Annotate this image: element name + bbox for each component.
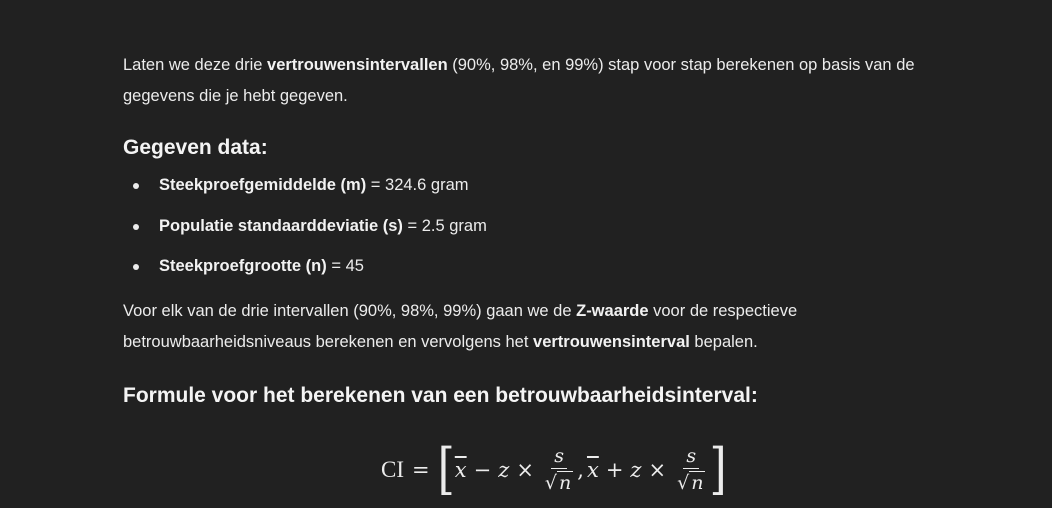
formula-minus: −	[473, 458, 492, 482]
formula-xbar-2: x	[586, 458, 599, 482]
fraction-denominator-2: √ n	[677, 469, 706, 494]
radical-icon-2: √	[677, 472, 690, 494]
formula-equals: =	[412, 458, 430, 482]
formula-comma: ,	[577, 458, 584, 482]
radical-icon: √	[544, 472, 558, 494]
item-value: = 324.6 gram	[366, 176, 469, 194]
item-value: = 2.5 gram	[402, 216, 487, 235]
item-label: Steekproefgemiddelde (m)	[159, 176, 367, 194]
message-content: Laten we deze drie vertrouwensintervalle…	[123, 50, 943, 410]
sqrt-expression-2: √ n	[677, 471, 706, 494]
formula-ci: CI	[381, 457, 404, 482]
list-item: Steekproefgemiddelde (m) = 324.6 gram	[123, 174, 943, 196]
formula-fraction-2: s √ n	[677, 446, 706, 494]
method-text-post: bepalen.	[689, 332, 758, 351]
formula-plus: +	[605, 458, 624, 482]
method-paragraph: Voor elk van de drie intervallen (90%, 9…	[123, 296, 943, 358]
sqrt-n: n	[557, 471, 574, 494]
data-list: Steekproefgemiddelde (m) = 324.6 gram Po…	[123, 174, 943, 277]
fraction-numerator: s	[551, 446, 567, 469]
list-item: Populatie standaarddeviatie (s) = 2.5 gr…	[123, 215, 943, 237]
list-item: Steekproefgrootte (n) = 45	[123, 255, 943, 277]
intro-bold-term: vertrouwensintervallen	[267, 56, 448, 74]
formula-close-bracket: ]	[709, 437, 727, 502]
fraction-denominator: √ n	[544, 469, 574, 494]
sqrt-n-2: n	[689, 471, 706, 494]
formula-times: ×	[516, 458, 534, 482]
item-value: = 45	[326, 257, 364, 275]
data-heading: Gegeven data:	[123, 136, 268, 159]
formula-open-bracket: [	[437, 437, 455, 502]
method-bold-z: Z-waarde	[576, 301, 649, 320]
formula-fraction: s √ n	[544, 446, 574, 494]
formula-heading: Formule voor het berekenen van een betro…	[123, 383, 758, 407]
formula-z-2: z	[630, 458, 642, 482]
intro-paragraph: Laten we deze drie vertrouwensintervalle…	[123, 50, 943, 112]
method-text-pre: Voor elk van de drie intervallen (90%, 9…	[123, 301, 577, 320]
sqrt-expression: √ n	[544, 471, 574, 494]
formula-xbar: x	[454, 458, 467, 482]
fraction-numerator-2: s	[683, 446, 700, 469]
ci-formula: CI = [ x − z × s √ n , x + z × s √ n ]	[381, 440, 727, 500]
formula-times-2: ×	[648, 458, 667, 482]
method-bold-interval: vertrouwensinterval	[533, 332, 690, 351]
formula-z: z	[498, 458, 510, 482]
item-label: Populatie standaarddeviatie (s)	[159, 216, 403, 235]
item-label: Steekproefgrootte (n)	[159, 257, 327, 275]
intro-text-pre: Laten we deze drie	[123, 56, 268, 74]
